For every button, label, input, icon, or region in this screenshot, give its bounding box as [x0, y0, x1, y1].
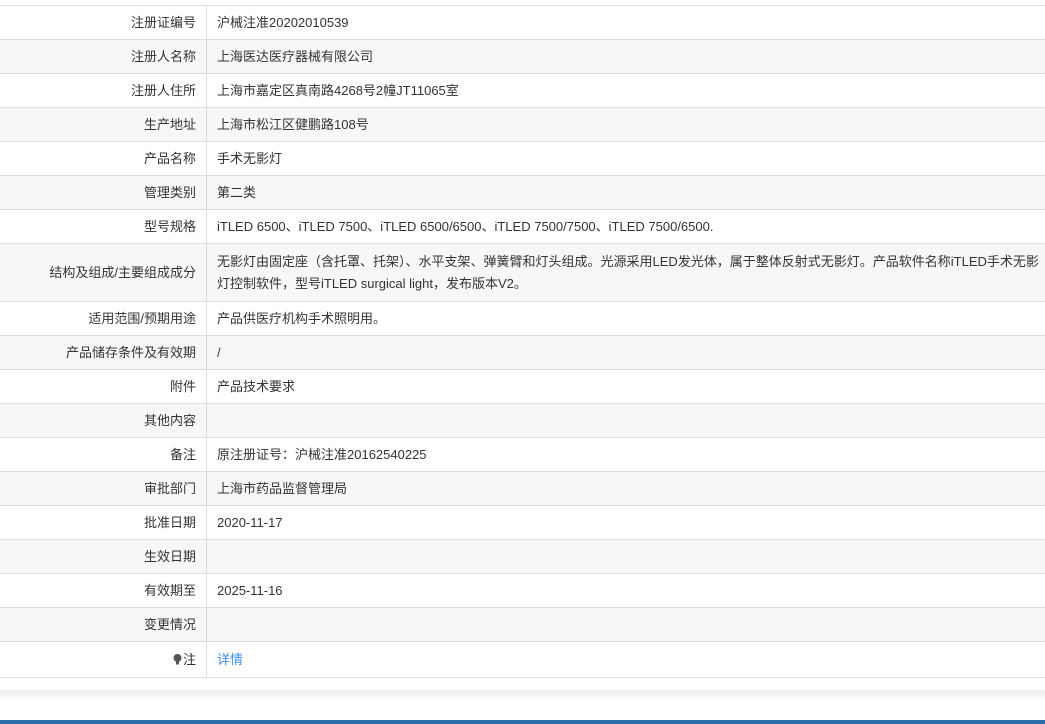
table-row: 适用范围/预期用途 产品供医疗机构手术照明用。 [0, 301, 1045, 336]
field-label: 管理类别 [0, 175, 207, 210]
field-value: 产品技术要求 [206, 369, 1045, 404]
table-row: 生产地址 上海市松江区健鹏路108号 [0, 107, 1045, 142]
table-row: 注册人名称 上海医达医疗器械有限公司 [0, 39, 1045, 74]
table-row: 生效日期 [0, 539, 1045, 574]
table-row: 审批部门 上海市药品监督管理局 [0, 471, 1045, 506]
table-row: 附件 产品技术要求 [0, 369, 1045, 404]
field-value: 第二类 [206, 175, 1045, 210]
table-row: 注册证编号 沪械注准20202010539 [0, 5, 1045, 40]
field-value: 手术无影灯 [206, 141, 1045, 176]
field-value [206, 607, 1045, 642]
field-label: 产品名称 [0, 141, 207, 176]
field-label: 其他内容 [0, 403, 207, 438]
field-label: 备注 [0, 437, 207, 472]
field-value: 产品供医疗机构手术照明用。 [206, 301, 1045, 336]
field-value: 2020-11-17 [206, 505, 1045, 540]
field-label: 生效日期 [0, 539, 207, 574]
table-row: 产品名称 手术无影灯 [0, 141, 1045, 176]
field-value [206, 539, 1045, 574]
field-label: 有效期至 [0, 573, 207, 608]
field-label: 注册人住所 [0, 73, 207, 108]
field-value: 上海市药品监督管理局 [206, 471, 1045, 506]
field-value: 上海市松江区健鹏路108号 [206, 107, 1045, 142]
field-label: 批准日期 [0, 505, 207, 540]
table-row: 备注 原注册证号：沪械注准20162540225 [0, 437, 1045, 472]
panel-shadow [0, 690, 1045, 702]
details-link[interactable]: 详情 [217, 652, 243, 667]
field-label: 审批部门 [0, 471, 207, 506]
field-label: 变更情况 [0, 607, 207, 642]
table-row: 结构及组成/主要组成成分 无影灯由固定座（含托罩、托架）、水平支架、弹簧臂和灯头组… [0, 243, 1045, 302]
field-value [206, 403, 1045, 438]
field-label: 产品储存条件及有效期 [0, 335, 207, 370]
table-row: 批准日期 2020-11-17 [0, 505, 1045, 540]
table-row: 注册人住所 上海市嘉定区真南路4268号2幢JT11065室 [0, 73, 1045, 108]
note-label: 注 [182, 651, 196, 667]
field-value: 上海医达医疗器械有限公司 [206, 39, 1045, 74]
field-value: 无影灯由固定座（含托罩、托架）、水平支架、弹簧臂和灯头组成。光源采用LED发光体… [206, 243, 1045, 302]
field-value: / [206, 335, 1045, 370]
field-value: 2025-11-16 [206, 573, 1045, 608]
registration-details-table: 注册证编号 沪械注准20202010539 注册人名称 上海医达医疗器械有限公司 注册人… [0, 5, 1045, 678]
note-row: 注 详情 [0, 641, 1045, 678]
field-label: 生产地址 [0, 107, 207, 142]
lightbulb-icon [173, 653, 182, 664]
table-row: 产品储存条件及有效期 / [0, 335, 1045, 370]
table-row: 管理类别 第二类 [0, 175, 1045, 210]
field-value: 沪械注准20202010539 [206, 5, 1045, 40]
field-value: iTLED 6500、iTLED 7500、iTLED 6500/6500、iT… [206, 209, 1045, 244]
table-row: 其他内容 [0, 403, 1045, 438]
footer-bar [0, 720, 1045, 724]
field-label: 型号规格 [0, 209, 207, 244]
field-label: 注册证编号 [0, 5, 207, 40]
note-label-cell: 注 [0, 641, 207, 678]
table-row: 变更情况 [0, 607, 1045, 642]
table-row: 型号规格 iTLED 6500、iTLED 7500、iTLED 6500/650… [0, 209, 1045, 244]
field-value: 上海市嘉定区真南路4268号2幢JT11065室 [206, 73, 1045, 108]
table-row: 有效期至 2025-11-16 [0, 573, 1045, 608]
field-label: 适用范围/预期用途 [0, 301, 207, 336]
field-value: 原注册证号：沪械注准20162540225 [206, 437, 1045, 472]
field-label: 注册人名称 [0, 39, 207, 74]
field-label: 结构及组成/主要组成成分 [0, 243, 207, 302]
field-label: 附件 [0, 369, 207, 404]
